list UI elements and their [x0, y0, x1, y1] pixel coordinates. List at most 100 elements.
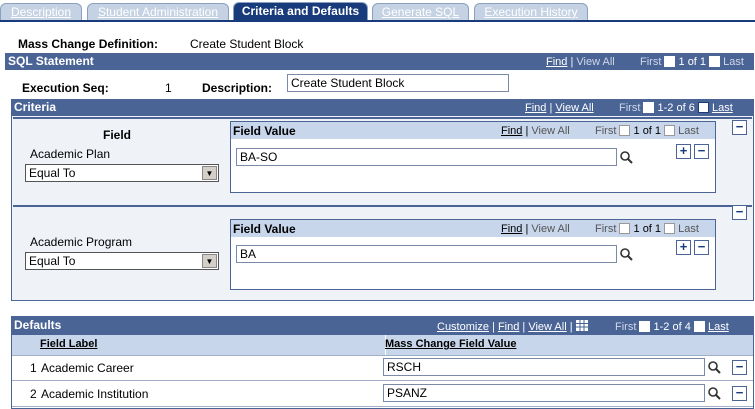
sql-last: Last [723, 56, 744, 68]
tab-student-administration[interactable]: Student Administration [87, 3, 229, 20]
criteria-header: Criteria Find | View All First 1-2 of 6 … [11, 99, 754, 116]
mass-change-value-column-header[interactable]: Mass Change Field Value [385, 338, 516, 350]
left-arrow-icon [643, 101, 655, 113]
minus-icon: − [735, 385, 744, 400]
left-arrow-icon [619, 222, 631, 234]
tab-description[interactable]: Description [0, 3, 82, 20]
definition-label: Mass Change Definition: [18, 37, 159, 51]
right-arrow-icon [709, 55, 721, 67]
minus-icon: − [735, 119, 744, 134]
field-header: Field [103, 128, 132, 142]
add-row-button-1[interactable]: + [676, 144, 691, 159]
sql-view-all: View All [576, 56, 615, 68]
defaults-first: First [615, 321, 637, 333]
sql-find-link[interactable]: Find [546, 56, 567, 68]
minus-icon: − [697, 239, 706, 254]
field-label-column-header[interactable]: Field Label [40, 338, 97, 350]
grid-download-icon[interactable] [575, 319, 588, 331]
criteria-view-all-link[interactable]: View All [555, 102, 593, 114]
fv1-first: First [595, 125, 617, 137]
sql-statement-header: SQL Statement Find | View All First 1 of… [5, 53, 754, 70]
execution-seq-value: 1 [165, 81, 172, 95]
fv2-first: First [595, 223, 617, 235]
delete-row-button-1[interactable]: − [694, 144, 709, 159]
defaults-find-link[interactable]: Find [498, 321, 519, 333]
tab-criteria-and-defaults[interactable]: Criteria and Defaults [233, 2, 368, 21]
tab-generate-sql[interactable]: Generate SQL [372, 3, 469, 20]
defaults-view-all-link[interactable]: View All [528, 321, 566, 333]
criteria-nav: Find | View All [525, 102, 594, 114]
tab-execution-history[interactable]: Execution History [474, 3, 588, 20]
field-value-header-1: Field Value Find | View All First 1 of 1… [231, 122, 715, 139]
description-input[interactable]: Create Student Block [287, 74, 509, 92]
criteria-last-link[interactable]: Last [712, 102, 733, 114]
customize-link[interactable]: Customize [437, 321, 489, 333]
delete-row-button-2[interactable]: − [694, 240, 709, 255]
criteria-first: First [619, 102, 641, 114]
description-label: Description: [202, 81, 273, 95]
magnifier-icon[interactable] [619, 150, 634, 165]
field-value-header-2: Field Value Find | View All First 1 of 1… [231, 220, 715, 237]
minus-icon: − [697, 143, 706, 158]
sql-nav: Find | View All [546, 56, 615, 68]
fv2-find-link[interactable]: Find [501, 223, 522, 235]
sql-pager: First 1 of 1 Last [640, 55, 744, 68]
delete-criteria-button-2[interactable]: − [732, 205, 747, 220]
field-value-nav: Find | View All [501, 125, 570, 137]
field-value-input-2[interactable]: BA [236, 245, 617, 263]
field-value-pager: First 1 of 1 Last [595, 124, 699, 137]
sql-statement-title: SQL Statement [8, 54, 94, 68]
left-arrow-icon [619, 124, 631, 136]
minus-icon: − [735, 204, 744, 219]
right-arrow-icon[interactable] [693, 320, 705, 332]
mass-change-value-input-1[interactable]: RSCH [383, 358, 705, 376]
sql-first: First [640, 56, 662, 68]
defaults-column-header-row: Field Label Mass Change Field Value [12, 335, 753, 355]
criteria-row1-field: Academic Plan [30, 147, 111, 161]
defaults-pager: First 1-2 of 4 Last [615, 320, 729, 333]
definition-value: Create Student Block [190, 37, 304, 51]
criteria-row1-operator-select[interactable]: Equal To ▼ [25, 164, 219, 182]
row-number: 2 [30, 387, 37, 401]
right-arrow-icon [664, 124, 676, 136]
field-value-input-1[interactable]: BA-SO [236, 148, 617, 166]
magnifier-icon[interactable] [707, 386, 722, 401]
execution-seq-label: Execution Seq: [22, 81, 109, 95]
plus-icon: + [679, 239, 688, 254]
field-value-title: Field Value [233, 222, 296, 236]
defaults-last-link[interactable]: Last [708, 321, 729, 333]
criteria-row2-operator-select[interactable]: Equal To ▼ [25, 252, 219, 270]
magnifier-icon[interactable] [707, 360, 722, 375]
field-value-title: Field Value [233, 124, 296, 138]
defaults-title: Defaults [14, 318, 62, 332]
criteria-count: 1-2 of 6 [657, 102, 695, 114]
field-value-pager: First 1 of 1 Last [595, 222, 699, 235]
add-row-button-2[interactable]: + [676, 240, 691, 255]
fv1-count: 1 of 1 [633, 125, 662, 137]
mass-change-value-input-2[interactable]: PSANZ [383, 384, 705, 402]
defaults-header: Defaults Customize | Find | View All | F… [11, 316, 754, 335]
right-arrow-icon[interactable] [697, 101, 709, 113]
criteria-row-divider [13, 205, 752, 207]
field-value-nav: Find | View All [501, 223, 570, 235]
fv1-last: Last [678, 125, 699, 137]
fv2-count: 1 of 1 [633, 223, 662, 235]
chevron-down-icon: ▼ [202, 166, 217, 180]
defaults-count: 1-2 of 4 [653, 321, 691, 333]
delete-default-row-button-1[interactable]: − [732, 360, 747, 375]
tab-underline [0, 20, 755, 22]
delete-criteria-button-1[interactable]: − [732, 120, 747, 135]
row-number: 1 [30, 361, 37, 375]
minus-icon: − [735, 359, 744, 374]
right-arrow-icon [664, 222, 676, 234]
fv2-view-all: View All [531, 223, 570, 235]
criteria-pager: First 1-2 of 6 Last [619, 101, 733, 114]
field-label-cell: Academic Career [41, 361, 134, 375]
defaults-nav: Customize | Find | View All | [437, 319, 588, 333]
criteria-find-link[interactable]: Find [525, 102, 546, 114]
magnifier-icon[interactable] [619, 247, 634, 262]
criteria-top-rule [13, 117, 752, 119]
fv1-find-link[interactable]: Find [501, 125, 522, 137]
criteria-row2-field: Academic Program [30, 235, 133, 249]
delete-default-row-button-2[interactable]: − [732, 386, 747, 401]
